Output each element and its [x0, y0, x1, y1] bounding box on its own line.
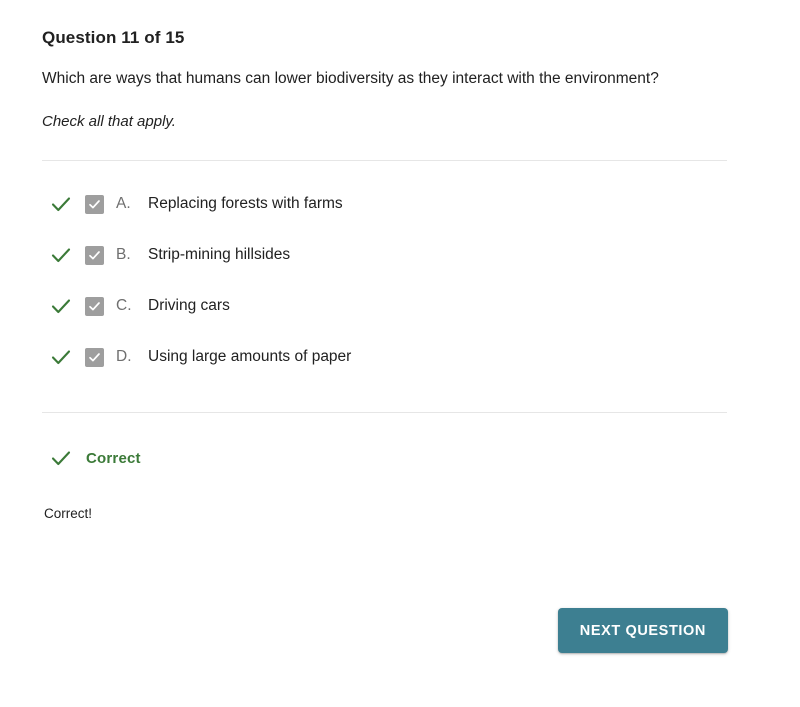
option-label: Replacing forests with farms: [148, 195, 343, 212]
feedback-status: Correct: [42, 447, 728, 469]
correct-check-icon: [50, 295, 72, 317]
question-prompt: Which are ways that humans can lower bio…: [42, 70, 659, 87]
option-letter: D.: [116, 348, 132, 365]
answer-options-list: A. Replacing forests with farms B. Strip…: [42, 161, 728, 371]
answer-checkbox[interactable]: [85, 245, 104, 265]
correct-check-icon: [50, 346, 72, 368]
answer-checkbox[interactable]: [85, 296, 104, 316]
feedback-message: Correct!: [44, 506, 93, 521]
answer-option-a[interactable]: A. Replacing forests with farms: [42, 190, 728, 218]
question-counter-heading: Question 11 of 15: [42, 28, 185, 47]
check-icon: [50, 447, 72, 469]
answer-option-d[interactable]: D. Using large amounts of paper: [42, 343, 728, 371]
option-letter: B.: [116, 246, 131, 263]
answer-option-b[interactable]: B. Strip-mining hillsides: [42, 241, 728, 269]
status-badge: Correct: [86, 449, 141, 467]
option-label: Strip-mining hillsides: [148, 246, 291, 263]
answer-checkbox[interactable]: [85, 194, 104, 214]
option-letter: C.: [116, 297, 132, 314]
correct-check-icon: [50, 244, 72, 266]
correct-check-icon: [50, 193, 72, 215]
actions-bar: NEXT QUESTION: [42, 608, 728, 653]
quiz-content: Question 11 of 15 Which are ways that hu…: [42, 0, 728, 521]
question-sub-prompt: Check all that apply.: [42, 113, 176, 130]
option-label: Driving cars: [148, 297, 230, 314]
option-label: Using large amounts of paper: [148, 348, 352, 365]
answer-option-c[interactable]: C. Driving cars: [42, 292, 728, 320]
next-question-button[interactable]: NEXT QUESTION: [557, 608, 728, 653]
quiz-page: Question 11 of 15 Which are ways that hu…: [0, 0, 800, 707]
option-letter: A.: [116, 195, 131, 212]
answer-checkbox[interactable]: [85, 347, 104, 367]
feedback-section: Correct Correct!: [42, 413, 728, 522]
